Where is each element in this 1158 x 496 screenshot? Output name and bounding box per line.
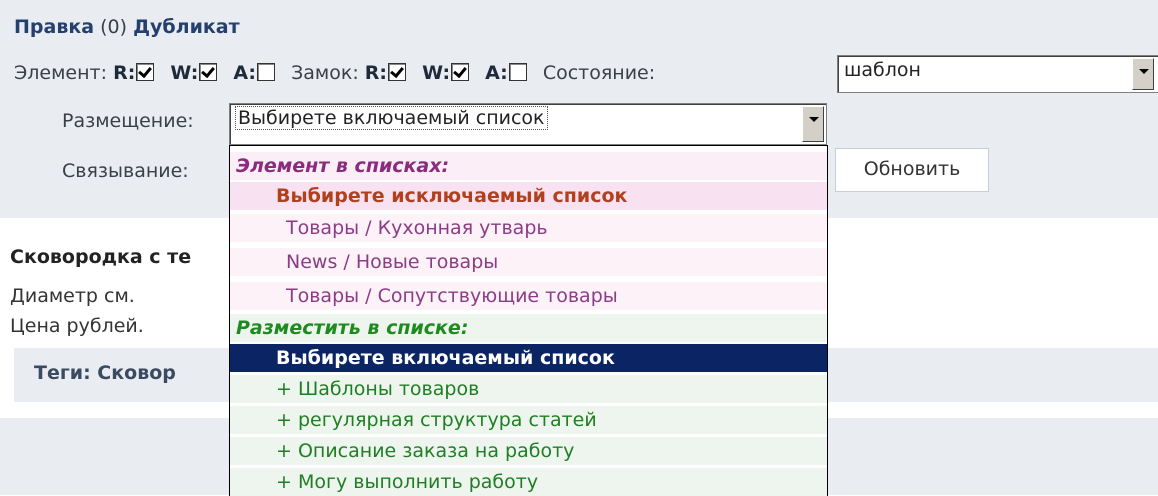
duplicate-link[interactable]: Дубликат — [133, 16, 240, 38]
option-list-item[interactable]: + регулярная структура статей — [230, 406, 827, 434]
header-row: Правка (0) Дубликат — [14, 16, 240, 38]
lock-r-label: R: — [364, 62, 388, 84]
option-list-item[interactable]: Товары / Сопутствующие товары — [230, 282, 827, 310]
element-label: Элемент: — [14, 62, 108, 84]
element-w-label: W: — [170, 62, 199, 84]
placement-select-value: Выбирете включаемый список — [235, 106, 548, 130]
chevron-down-icon[interactable] — [1132, 58, 1154, 90]
permissions-row: Элемент: R: W: A: Замок: R: W: A: Состоя… — [14, 62, 655, 84]
element-write-checkbox[interactable] — [199, 63, 218, 81]
product-price: Цена рублей. — [10, 315, 144, 337]
state-select[interactable]: шаблон — [837, 55, 1158, 93]
element-a-label: A: — [233, 62, 257, 84]
option-list-item[interactable]: News / Новые товары — [230, 248, 827, 276]
element-read-checkbox[interactable] — [136, 63, 155, 81]
chevron-down-icon[interactable] — [802, 106, 824, 142]
group-place-in-list: Разместить в списке: — [230, 314, 827, 342]
tags-label: Теги: Сковор — [34, 362, 176, 384]
lock-a-label: A: — [485, 62, 508, 84]
state-label: Состояние: — [542, 62, 656, 84]
placement-dropdown-list[interactable]: Элемент в списках: Выбирете исключаемый … — [229, 145, 828, 496]
lock-label: Замок: — [291, 62, 359, 84]
lock-w-label: W: — [422, 62, 451, 84]
lock-write-checkbox[interactable] — [451, 63, 470, 81]
option-list-item[interactable]: Товары / Кухонная утварь — [230, 214, 827, 242]
linking-label: Связывание: — [62, 160, 189, 182]
element-r-label: R: — [113, 62, 136, 84]
product-diameter: Диаметр см. — [10, 285, 135, 307]
lock-admin-checkbox[interactable] — [508, 63, 527, 81]
product-title: Сковородка с те — [10, 246, 192, 268]
option-list-item[interactable]: + Описание заказа на работу — [230, 437, 827, 465]
state-select-value: шаблон — [844, 59, 921, 81]
option-include-list-selected[interactable]: Выбирете включаемый список — [230, 344, 827, 372]
edit-link[interactable]: Правка — [14, 16, 94, 38]
option-list-item[interactable]: + Шаблоны товаров — [230, 375, 827, 403]
group-element-in-lists: Элемент в списках: — [230, 152, 827, 180]
element-admin-checkbox[interactable] — [257, 63, 276, 81]
placement-label: Размещение: — [62, 110, 194, 132]
option-list-item[interactable]: + Могу выполнить работу — [230, 468, 827, 496]
placement-select[interactable]: Выбирете включаемый список — [229, 103, 827, 145]
option-exclude-list[interactable]: Выбирете исключаемый список — [230, 182, 827, 210]
update-button[interactable]: Обновить — [835, 148, 989, 192]
edit-count: (0) — [100, 16, 128, 38]
lock-read-checkbox[interactable] — [388, 63, 407, 81]
